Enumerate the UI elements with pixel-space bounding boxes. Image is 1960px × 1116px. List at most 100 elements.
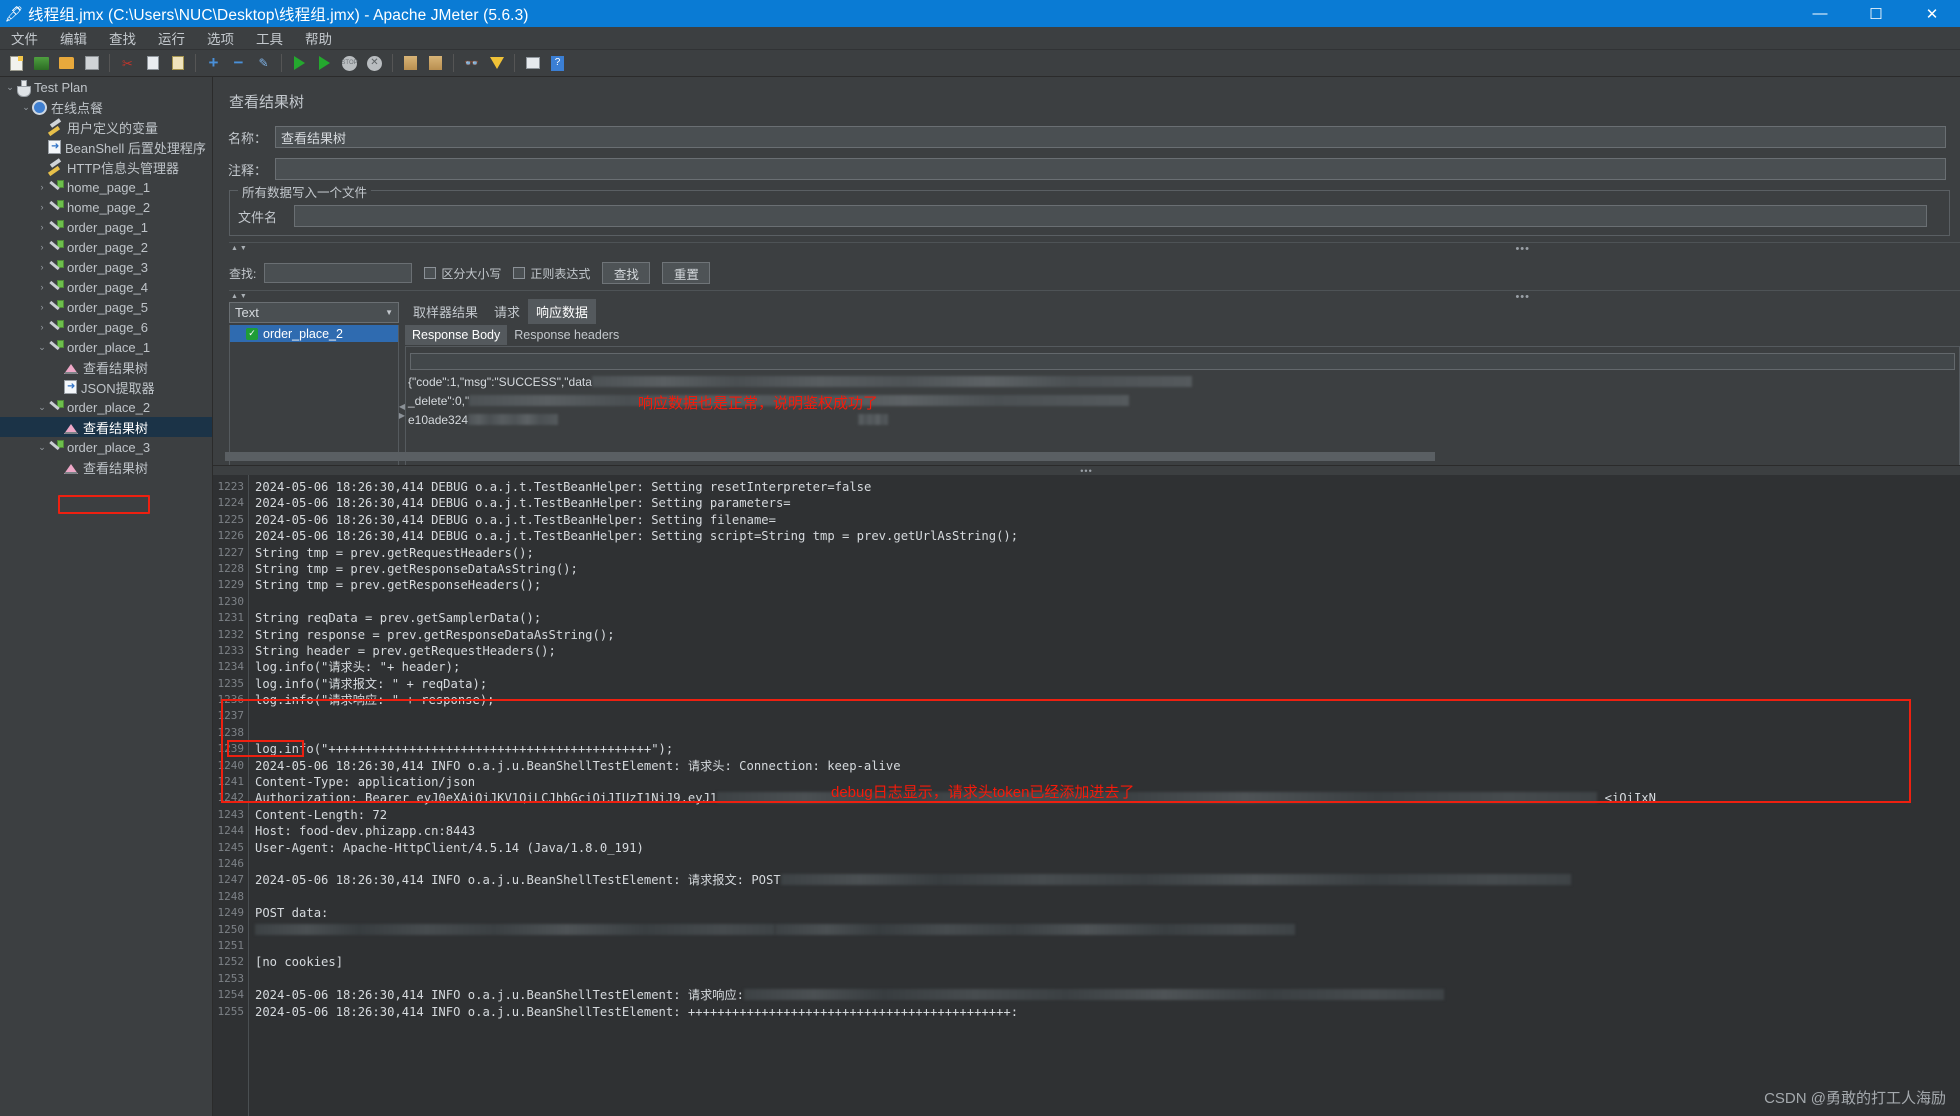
menu-edit[interactable]: 编辑 — [49, 26, 98, 50]
name-input[interactable] — [275, 126, 1946, 148]
log-line-number: 1236 — [217, 693, 245, 707]
checkbox-box[interactable] — [513, 267, 526, 279]
tree-node-home_page_1[interactable]: › home_page_1 — [0, 177, 212, 197]
chevron-down-icon[interactable]: ⌄ — [20, 102, 32, 113]
chevron-down-icon[interactable]: ⌄ — [36, 342, 48, 353]
tab-request[interactable]: 请求 — [486, 299, 528, 324]
subtab-response-body[interactable]: Response Body — [405, 325, 508, 345]
tree-node-查看结果树[interactable]: 查看结果树 — [0, 457, 212, 477]
subtab-response-headers[interactable]: Response headers — [507, 325, 626, 345]
main-toolbar: ✂ + − ✎ STOP ✕ 👓 ? — [0, 50, 1960, 77]
maximize-button[interactable]: ☐ — [1848, 0, 1904, 27]
paste-icon[interactable] — [166, 52, 189, 75]
tree-node-JSON提取器[interactable]: JSON提取器 — [0, 377, 212, 397]
start-no-pauses-icon[interactable] — [313, 52, 336, 75]
regex-checkbox[interactable]: 正则表达式 — [513, 265, 590, 282]
tree-node-用户定义的变量[interactable]: 用户定义的变量 — [0, 117, 212, 137]
case-sensitive-checkbox[interactable]: 区分大小写 — [424, 265, 501, 282]
menu-tools[interactable]: 工具 — [245, 26, 294, 50]
templates-icon[interactable] — [30, 52, 53, 75]
chevron-down-icon[interactable]: ⌄ — [36, 402, 48, 413]
chevron-right-icon[interactable]: › — [36, 282, 48, 292]
tree-node-order_page_2[interactable]: › order_page_2 — [0, 237, 212, 257]
sampler-icon — [48, 199, 64, 215]
search-icon[interactable]: 👓 — [460, 52, 483, 75]
panel-hscrollbar[interactable] — [225, 452, 1956, 461]
tree-node-BeanShell 后置处理程序[interactable]: BeanShell 后置处理程序 — [0, 137, 212, 157]
expand-all-icon[interactable]: + — [202, 52, 225, 75]
search-input[interactable] — [264, 263, 413, 283]
filename-input[interactable] — [294, 205, 1927, 227]
result-list-item[interactable]: ✓ order_place_2 — [230, 325, 398, 342]
cut-icon[interactable]: ✂ — [116, 52, 139, 75]
collapse-all-icon[interactable]: − — [227, 52, 250, 75]
menu-help[interactable]: 帮助 — [294, 26, 343, 50]
tree-node-HTTP信息头管理器[interactable]: HTTP信息头管理器 — [0, 157, 212, 177]
tree-node-查看结果树[interactable]: 查看结果树 — [0, 357, 212, 377]
stop-icon[interactable]: STOP — [338, 52, 361, 75]
tree-node-order_place_1[interactable]: ⌄ order_place_1 — [0, 337, 212, 357]
renderer-select[interactable]: Text ▼ — [229, 302, 399, 323]
tab-sampler-result[interactable]: 取样器结果 — [405, 299, 486, 324]
chevron-right-icon[interactable]: › — [36, 182, 48, 192]
tree-node-查看结果树[interactable]: 查看结果树 — [0, 417, 212, 437]
new-icon[interactable] — [5, 52, 28, 75]
reset-button[interactable]: 重置 — [662, 262, 711, 284]
tree-node-Test Plan[interactable]: ⌄ Test Plan — [0, 77, 212, 97]
divider-arrows-icon[interactable]: ▲▼ — [229, 245, 249, 252]
chevron-right-icon[interactable]: › — [36, 202, 48, 212]
chevron-right-icon[interactable]: › — [36, 262, 48, 272]
reset-search-icon[interactable] — [485, 52, 508, 75]
response-search-field[interactable] — [410, 353, 1955, 370]
menu-run[interactable]: 运行 — [147, 26, 196, 50]
close-button[interactable]: ✕ — [1904, 0, 1960, 27]
shutdown-icon[interactable]: ✕ — [363, 52, 386, 75]
minimize-button[interactable]: — — [1792, 0, 1848, 27]
tree-node-label: 查看结果树 — [83, 420, 149, 436]
tree-node-order_page_1[interactable]: › order_page_1 — [0, 217, 212, 237]
function-helper-icon[interactable] — [521, 52, 544, 75]
chevron-down-icon[interactable]: ⌄ — [4, 82, 16, 93]
tree-node-label: home_page_2 — [67, 199, 151, 215]
clear-all-icon[interactable] — [424, 52, 447, 75]
chevron-right-icon[interactable]: › — [36, 242, 48, 252]
tree-node-home_page_2[interactable]: › home_page_2 — [0, 197, 212, 217]
clear-icon[interactable] — [399, 52, 422, 75]
log-viewer-panel[interactable]: ••• 1223 1224 1225 1226 1227 1228 1229 1230 1231… — [213, 465, 1960, 1116]
menu-file[interactable]: 文件 — [0, 26, 49, 50]
divider-dots-icon[interactable]: ••• — [1515, 291, 1530, 303]
log-line-numbers: 1223 1224 1225 1226 1227 1228 1229 1230 1231 1232… — [213, 475, 249, 1116]
tree-node-order_place_2[interactable]: ⌄ order_place_2 — [0, 397, 212, 417]
tree-node-order_page_5[interactable]: › order_page_5 — [0, 297, 212, 317]
divider-dots-icon[interactable]: ••• — [1515, 243, 1530, 255]
menu-search[interactable]: 查找 — [98, 26, 147, 50]
tab-response-data[interactable]: 响应数据 — [528, 299, 597, 324]
tree-node-在线点餐[interactable]: ⌄ 在线点餐 — [0, 97, 212, 117]
chevron-right-icon[interactable]: › — [36, 222, 48, 232]
save-icon[interactable] — [80, 52, 103, 75]
log-body[interactable]: 1223 1224 1225 1226 1227 1228 1229 1230 1231 1232… — [213, 475, 1960, 1116]
start-icon[interactable] — [288, 52, 311, 75]
tree-node-order_place_3[interactable]: ⌄ order_place_3 — [0, 437, 212, 457]
help-icon[interactable]: ? — [546, 52, 569, 75]
chevron-down-icon[interactable]: ⌄ — [36, 442, 48, 453]
log-splitter-handle[interactable]: ••• — [213, 466, 1960, 476]
search-divider[interactable]: ▲▼ ••• — [229, 242, 1960, 255]
find-button[interactable]: 查找 — [602, 262, 651, 284]
tree-node-order_page_3[interactable]: › order_page_3 — [0, 257, 212, 277]
comment-input[interactable] — [275, 158, 1946, 180]
tree-node-order_page_6[interactable]: › order_page_6 — [0, 317, 212, 337]
menu-options[interactable]: 选项 — [196, 26, 245, 50]
tree-node-order_page_4[interactable]: › order_page_4 — [0, 277, 212, 297]
chevron-right-icon[interactable]: › — [36, 322, 48, 332]
chevron-down-icon[interactable]: ▼ — [385, 308, 393, 317]
log-line: User-Agent: Apache-HttpClient/4.5.14 (Ja… — [255, 840, 644, 855]
results-divider[interactable]: ▲▼ ••• — [229, 290, 1960, 303]
toggle-icon[interactable]: ✎ — [252, 52, 275, 75]
divider-arrows-icon[interactable]: ▲▼ — [229, 293, 249, 300]
copy-icon[interactable] — [141, 52, 164, 75]
chevron-right-icon[interactable]: › — [36, 302, 48, 312]
test-plan-tree[interactable]: ⌄Test Plan⌄在线点餐用户定义的变量BeanShell 后置处理程序HT… — [0, 77, 213, 1116]
checkbox-box[interactable] — [424, 267, 437, 279]
open-icon[interactable] — [55, 52, 78, 75]
